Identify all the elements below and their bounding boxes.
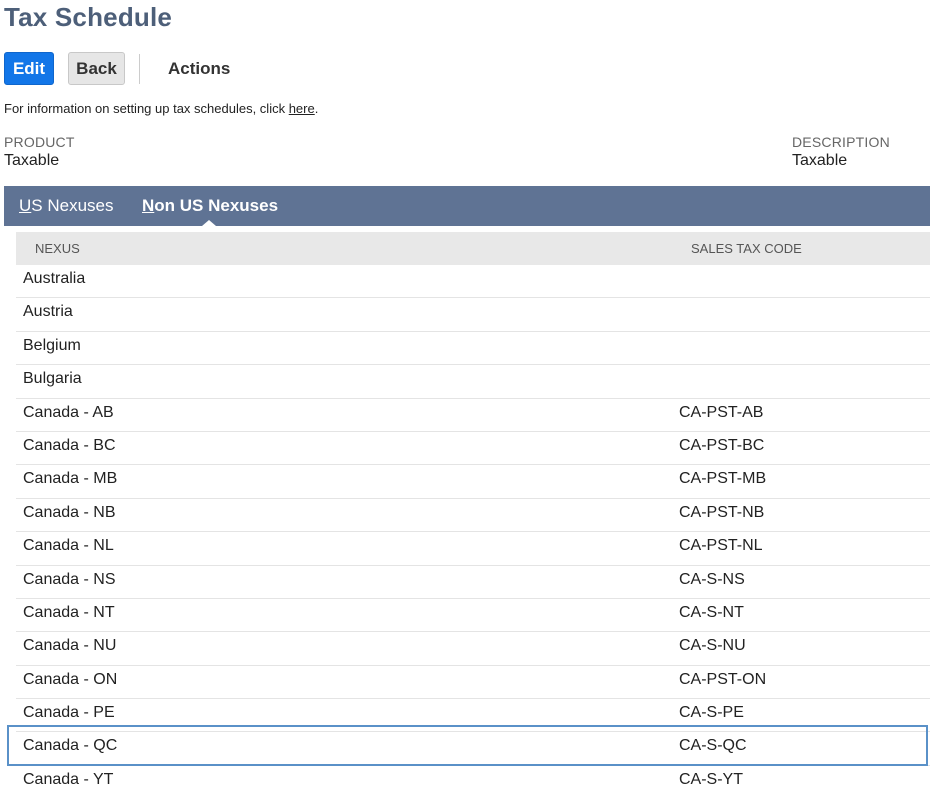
table-row[interactable]: Australia — [16, 265, 930, 299]
sales-tax-code-cell: CA-PST-MB — [679, 470, 767, 488]
nexus-cell: Canada - NU — [23, 637, 117, 655]
tab-us-nexuses[interactable]: US Nexuses — [19, 186, 113, 226]
table-row[interactable]: Canada - YT CA-S-YT — [16, 766, 930, 798]
table-row[interactable]: Canada - NU CA-S-NU — [16, 632, 930, 666]
nexus-cell: Canada - NT — [23, 603, 115, 621]
description-value: Taxable — [792, 152, 848, 169]
product-field: PRODUCT Taxable — [4, 134, 75, 170]
table-row-highlighted[interactable]: Canada - QC CA-S-QC — [16, 732, 930, 766]
description-label: DESCRIPTION — [792, 134, 890, 150]
product-value: Taxable — [4, 152, 60, 169]
edit-button[interactable]: Edit — [4, 52, 54, 85]
active-tab-pointer-icon — [202, 220, 216, 226]
table-row[interactable]: Canada - NB CA-PST-NB — [16, 499, 930, 533]
nexus-cell: Canada - NS — [23, 570, 116, 588]
info-suffix: . — [314, 101, 319, 116]
sales-tax-code-cell: CA-S-NT — [679, 603, 744, 621]
nexus-cell: Canada - NL — [23, 537, 114, 555]
nexus-cell: Belgium — [23, 336, 81, 354]
info-text: For information on setting up tax schedu… — [4, 101, 318, 116]
table-row[interactable]: Canada - MB CA-PST-MB — [16, 465, 930, 499]
table-row[interactable]: Canada - AB CA-PST-AB — [16, 399, 930, 432]
tab-non-us-accesskey: N — [142, 196, 155, 215]
back-button[interactable]: Back — [68, 52, 125, 85]
sales-tax-code-cell: CA-S-QC — [679, 737, 747, 755]
table-row[interactable]: Belgium — [16, 332, 930, 366]
nexus-cell: Canada - AB — [23, 403, 114, 421]
table-row[interactable]: Canada - NL CA-PST-NL — [16, 532, 930, 566]
table-row[interactable]: Canada - BC CA-PST-BC — [16, 432, 930, 466]
sales-tax-code-cell: CA-PST-NL — [679, 537, 763, 555]
non-us-nexus-table: NEXUS SALES TAX CODE Australia Austria Bel… — [16, 232, 930, 798]
sales-tax-code-cell: CA-PST-AB — [679, 403, 764, 421]
tab-us-accesskey: U — [19, 196, 32, 215]
column-header-sales-tax-code[interactable]: SALES TAX CODE — [691, 241, 802, 256]
nexus-cell: Canada - ON — [23, 670, 118, 688]
tab-us-label: S Nexuses — [31, 196, 114, 215]
table-row[interactable]: Canada - PE CA-S-PE — [16, 699, 930, 733]
table-header: NEXUS SALES TAX CODE — [16, 232, 930, 265]
table-row[interactable]: Austria — [16, 298, 930, 332]
table-row[interactable]: Canada - NS CA-S-NS — [16, 566, 930, 599]
nexus-cell: Australia — [23, 270, 86, 287]
nexus-cell: Canada - NB — [23, 503, 116, 521]
nexus-cell: Canada - MB — [23, 470, 118, 488]
info-prefix: For information on setting up tax schedu… — [4, 101, 289, 116]
product-label: PRODUCT — [4, 134, 75, 150]
tax-schedule-page: Tax Schedule Edit Back Actions For infor… — [0, 0, 934, 798]
actions-menu[interactable]: Actions — [168, 59, 230, 79]
nexus-cell: Canada - YT — [23, 770, 114, 788]
subtab-bar: US Nexuses Non US Nexuses — [4, 186, 930, 226]
table-row[interactable]: Canada - NT CA-S-NT — [16, 599, 930, 633]
nexus-cell: Canada - PE — [23, 704, 115, 722]
nexus-cell: Canada - BC — [23, 436, 116, 454]
help-link[interactable]: here — [289, 101, 315, 116]
tab-non-us-label: on US Nexuses — [154, 196, 279, 215]
nexus-cell: Austria — [23, 303, 73, 321]
description-field: DESCRIPTION Taxable — [792, 134, 890, 170]
table-body: Australia Austria Belgium Bulgaria Canada - … — [16, 265, 930, 798]
column-header-nexus[interactable]: NEXUS — [35, 241, 80, 256]
table-row[interactable]: Canada - ON CA-PST-ON — [16, 666, 930, 700]
table-row[interactable]: Bulgaria — [16, 365, 930, 399]
sales-tax-code-cell: CA-PST-ON — [679, 670, 767, 688]
sales-tax-code-cell: CA-PST-BC — [679, 436, 765, 454]
toolbar-divider — [139, 53, 140, 84]
sales-tax-code-cell: CA-PST-NB — [679, 503, 765, 521]
nexus-cell: Canada - QC — [23, 737, 118, 755]
sales-tax-code-cell: CA-S-PE — [679, 704, 744, 722]
nexus-cell: Bulgaria — [23, 370, 82, 388]
sales-tax-code-cell: CA-S-YT — [679, 770, 743, 788]
toolbar: Edit Back Actions — [4, 52, 230, 85]
sales-tax-code-cell: CA-S-NS — [679, 570, 745, 588]
page-title: Tax Schedule — [4, 2, 173, 32]
sales-tax-code-cell: CA-S-NU — [679, 637, 746, 655]
